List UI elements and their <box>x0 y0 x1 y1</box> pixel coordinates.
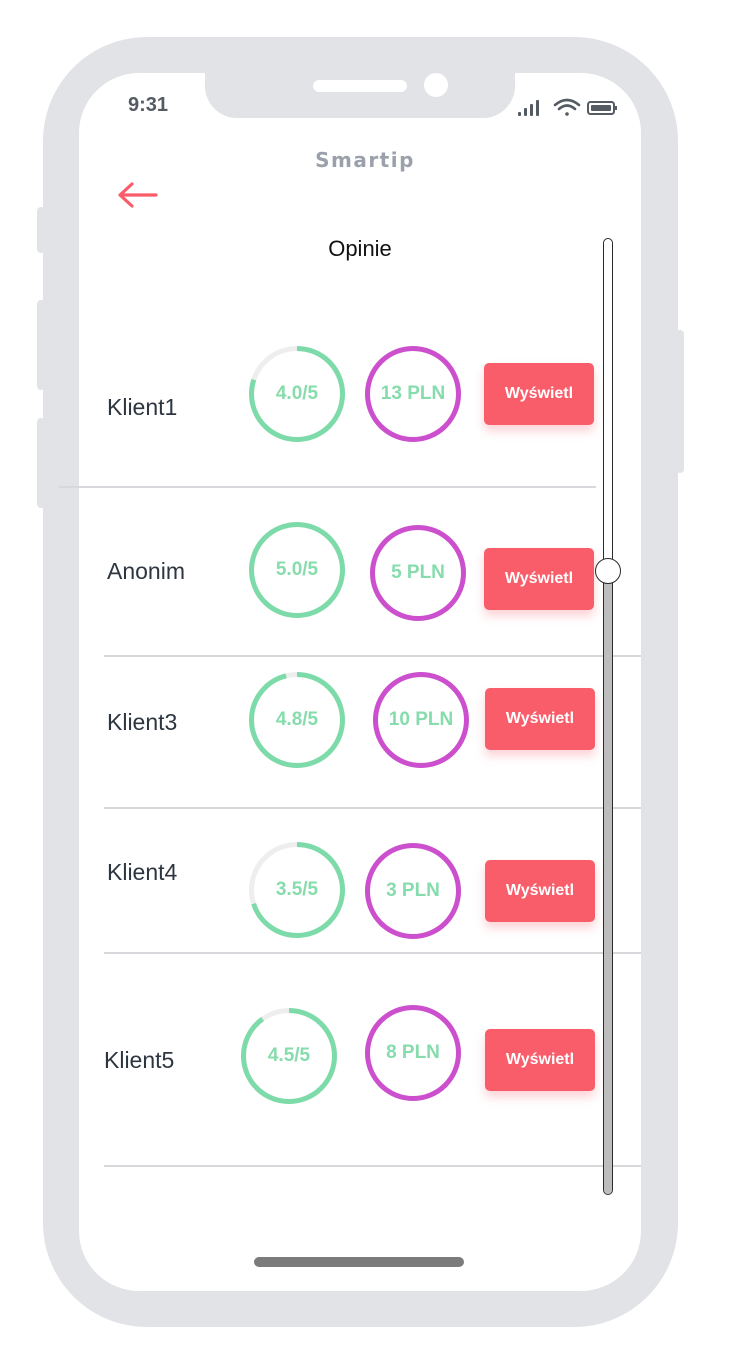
scrollbar-fill <box>604 573 612 1194</box>
volume-down-button <box>37 418 45 508</box>
row-divider <box>104 1165 641 1167</box>
client-name: Klient5 <box>104 1047 175 1073</box>
notch <box>205 66 515 118</box>
arrow-left-icon <box>118 182 158 208</box>
status-time: 9:31 <box>128 94 169 116</box>
tip-amount-ring: 3 PLN <box>365 843 461 939</box>
view-button[interactable]: Wyświetl <box>484 363 594 425</box>
client-name: Anonim <box>107 558 185 584</box>
tip-amount: 13 PLN <box>380 383 446 404</box>
client-name: Klient1 <box>107 394 178 420</box>
volume-up-button <box>37 300 45 390</box>
power-button <box>676 330 684 473</box>
tip-amount: 10 PLN <box>388 709 454 730</box>
app-title: Smartip <box>315 148 415 172</box>
tip-amount: 8 PLN <box>386 1042 440 1063</box>
row-divider <box>104 952 641 954</box>
signal-icon <box>518 100 539 116</box>
row-divider <box>59 486 596 488</box>
home-indicator <box>254 1257 464 1267</box>
camera <box>424 73 448 97</box>
status-icons <box>518 96 618 118</box>
tip-amount: 5 PLN <box>391 562 445 583</box>
rating-ring: 3.5/5 <box>249 842 345 938</box>
back-button[interactable] <box>116 180 160 210</box>
rating-value: 3.5/5 <box>275 879 319 900</box>
view-button[interactable]: Wyświetl <box>485 1029 595 1091</box>
rating-value: 4.5/5 <box>267 1045 311 1066</box>
speaker <box>313 80 407 92</box>
client-name: Klient3 <box>107 709 178 735</box>
client-name: Klient4 <box>107 859 178 885</box>
tip-amount: 3 PLN <box>386 880 440 901</box>
tip-amount-ring: 13 PLN <box>365 346 461 442</box>
rating-ring: 5.0/5 <box>249 522 345 618</box>
battery-icon <box>587 101 617 115</box>
tip-amount-ring: 10 PLN <box>373 672 469 768</box>
rating-ring: 4.5/5 <box>241 1008 337 1104</box>
page-title: Opinie <box>328 236 392 261</box>
tip-amount-ring: 8 PLN <box>365 1005 461 1101</box>
row-divider <box>104 655 641 657</box>
tip-amount-ring: 5 PLN <box>370 525 466 621</box>
row-divider <box>104 807 641 809</box>
mute-switch <box>37 207 45 253</box>
view-button[interactable]: Wyświetl <box>485 688 595 750</box>
rating-value: 5.0/5 <box>275 559 319 580</box>
scrollbar-thumb[interactable] <box>595 558 621 584</box>
rating-ring: 4.8/5 <box>249 672 345 768</box>
view-button[interactable]: Wyświetl <box>484 548 594 610</box>
rating-value: 4.0/5 <box>275 383 319 404</box>
view-button[interactable]: Wyświetl <box>485 860 595 922</box>
rating-ring: 4.0/5 <box>249 346 345 442</box>
wifi-icon <box>553 98 581 116</box>
rating-value: 4.8/5 <box>275 709 319 730</box>
